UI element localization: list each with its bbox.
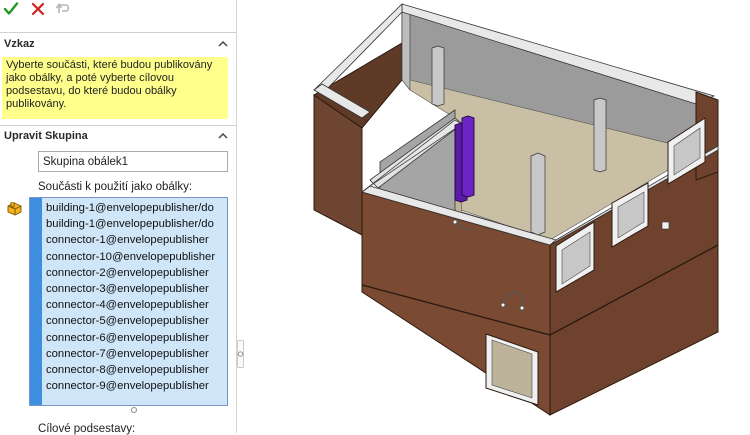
chevron-up-icon[interactable] [218,39,228,49]
undo-icon[interactable] [55,0,71,18]
property-manager-panel: Vzkaz Vyberte součásti, které budou publ… [0,0,237,435]
check-icon[interactable] [3,0,19,18]
component-list-item[interactable]: connector-10@envelopepublisher [46,249,227,265]
close-icon[interactable] [30,0,46,18]
message-section-title: Vzkaz [4,38,35,50]
component-list-item[interactable]: connector-3@envelopepublisher [46,281,227,297]
component-list-item[interactable]: connector-1@envelopepublisher [46,232,227,248]
component-list-item[interactable]: connector-7@envelopepublisher [46,346,227,362]
section-divider [0,125,236,126]
panel-resize-handle[interactable] [237,340,245,368]
component-list-item[interactable]: connector-4@envelopepublisher [46,297,227,313]
message-box: Vyberte součásti, které budou publikován… [2,57,228,119]
list-selection-strip [30,198,42,405]
component-list-item[interactable]: connector-8@envelopepublisher [46,362,227,378]
component-list-item[interactable]: connector-9@envelopepublisher [46,378,227,394]
list-resize-handle[interactable] [131,407,137,413]
components-list: building-1@envelopepublisher/do building-… [46,200,227,394]
graphics-viewport[interactable] [246,0,750,433]
section-divider [0,32,236,33]
component-list-item[interactable]: connector-2@envelopepublisher [46,265,227,281]
components-label: Součásti k použití jako obálky: [38,181,193,193]
building-model[interactable] [313,3,719,416]
group-name-input[interactable] [38,151,228,172]
component-list-item[interactable]: connector-5@envelopepublisher [46,313,227,329]
chevron-up-icon[interactable] [218,131,228,141]
component-list-item[interactable]: building-1@envelopepublisher/do [46,216,227,232]
confirm-toolbar [0,0,236,20]
component-list-item[interactable]: connector-6@envelopepublisher [46,330,227,346]
edit-group-section-header[interactable]: Upravit Skupina [0,128,236,146]
components-listbox[interactable]: building-1@envelopepublisher/do building-… [29,197,228,406]
component-list-item[interactable]: building-1@envelopepublisher/do [46,200,227,216]
component-selection-icon [7,202,22,216]
target-subassemblies-label: Cílové podsestavy: [38,423,136,435]
message-section-header[interactable]: Vzkaz [0,36,236,54]
edit-group-section-title: Upravit Skupina [4,130,88,142]
